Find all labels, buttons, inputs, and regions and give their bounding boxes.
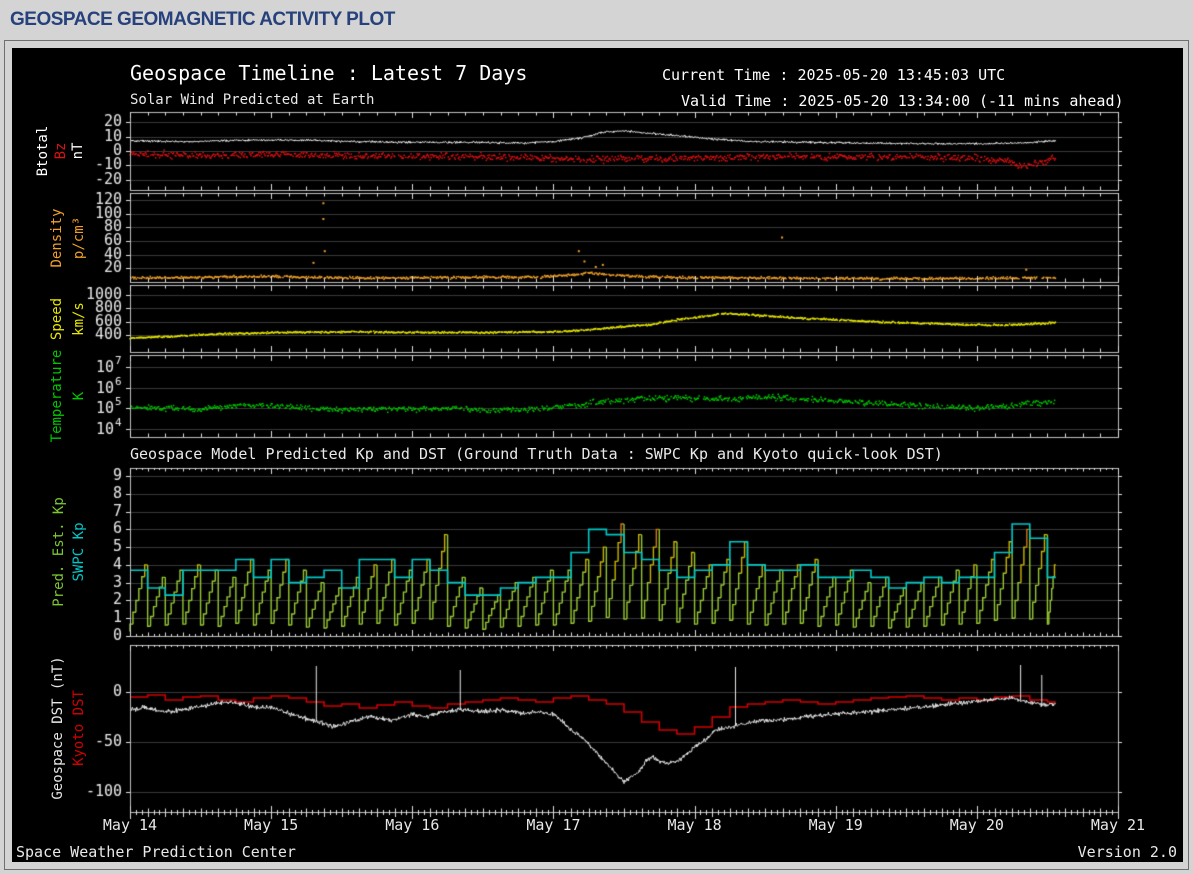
plot-subtitle: Solar Wind Predicted at Earth [130, 92, 375, 108]
x-axis-label: May 17 [526, 816, 581, 834]
ylabel-btotal: Btotal [35, 125, 51, 177]
plot-title: Geospace Timeline : Latest 7 Days [130, 61, 528, 85]
footer-source: Space Weather Prediction Center [16, 843, 296, 861]
ylabel-density: Density [49, 208, 65, 268]
ylabel-kyoto-dst: Kyoto DST [71, 690, 87, 766]
ylabel-swpc-kp: SWPC Kp [71, 522, 87, 582]
mid-title: Geospace Model Predicted Kp and DST (Gro… [130, 445, 943, 463]
ylabel-temperature: Temperature [49, 349, 65, 443]
footer-version: Version 2.0 [1077, 843, 1177, 861]
plot-frame: Geospace Timeline : Latest 7 Days Curren… [4, 40, 1189, 870]
current-time: Current Time : 2025-05-20 13:45:03 UTC [662, 66, 1006, 84]
x-axis-label: May 15 [244, 816, 299, 834]
x-axis-label: May 19 [808, 816, 863, 834]
ylabel-nt-unit: nT [70, 142, 86, 160]
page-title: GEOSPACE GEOMAGNETIC ACTIVITY PLOT [10, 9, 395, 30]
ylabel-density-unit: p/cm³ [71, 216, 87, 260]
ylabel-speed-unit: km/s [71, 302, 87, 336]
plot-area: Geospace Timeline : Latest 7 Days Curren… [12, 48, 1183, 862]
x-axis-label: May 18 [667, 816, 722, 834]
app-header: GEOSPACE GEOMAGNETIC ACTIVITY PLOT [0, 0, 1193, 40]
x-axis-label: May 20 [949, 816, 1004, 834]
ylabel-bz: Bz [53, 142, 69, 160]
x-axis-label: May 14 [102, 816, 158, 834]
ylabel-speed: Speed [49, 297, 65, 341]
ylabel-pred-est-kp: Pred. Est. Kp [51, 497, 67, 607]
ylabel-temperature-unit: K [71, 391, 87, 401]
x-axis-label: May 16 [385, 816, 440, 834]
ylabel-geospace-dst: Geospace DST (nT) [50, 656, 66, 800]
valid-time: Valid Time : 2025-05-20 13:34:00 (-11 mi… [681, 92, 1124, 110]
x-axis-label: May 21 [1090, 816, 1146, 834]
